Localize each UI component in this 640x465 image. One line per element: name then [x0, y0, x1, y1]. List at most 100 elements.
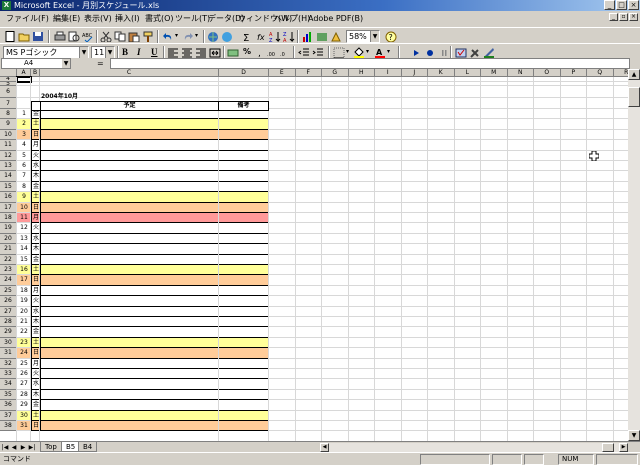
- scroll-left-icon[interactable]: ◀: [320, 443, 329, 452]
- paste-icon[interactable]: [128, 31, 140, 42]
- row-header-8[interactable]: 8: [0, 109, 17, 120]
- plan-cell[interactable]: [41, 421, 219, 431]
- row-header-18[interactable]: 18: [0, 213, 17, 224]
- day-number-cell[interactable]: 2: [17, 119, 31, 130]
- plan-cell[interactable]: [41, 254, 219, 264]
- menu-tools[interactable]: ツール(T): [175, 11, 210, 26]
- day-number-cell[interactable]: 13: [17, 233, 31, 245]
- column-header-p[interactable]: P: [560, 69, 587, 77]
- decrease-decimal-icon[interactable]: .0: [280, 47, 292, 58]
- day-number-cell[interactable]: 20: [17, 306, 31, 317]
- day-number-cell[interactable]: 4: [17, 140, 31, 151]
- note-cell[interactable]: [219, 337, 268, 348]
- note-cell[interactable]: [219, 265, 268, 275]
- day-number-cell[interactable]: 10: [17, 202, 31, 213]
- note-cell[interactable]: [219, 244, 268, 254]
- fill-color-dropdown-icon[interactable]: ▾: [366, 48, 369, 55]
- row-header-29[interactable]: 29: [0, 327, 17, 338]
- print-icon[interactable]: [54, 31, 66, 42]
- note-cell[interactable]: [219, 389, 268, 400]
- day-number-cell[interactable]: 14: [17, 244, 31, 255]
- percent-style-button[interactable]: %: [243, 47, 251, 56]
- chevron-down-icon[interactable]: ▼: [79, 47, 88, 58]
- plan-cell[interactable]: [41, 348, 219, 358]
- row-header-31[interactable]: 31: [0, 348, 17, 359]
- save-icon[interactable]: [32, 31, 44, 42]
- function-icon[interactable]: fx: [256, 31, 268, 42]
- column-header-q[interactable]: Q: [587, 69, 614, 77]
- menu-insert[interactable]: 挿入(I): [115, 11, 140, 26]
- pause-icon[interactable]: [438, 47, 450, 58]
- calendar-row[interactable]: 土: [31, 410, 269, 421]
- day-number-cell[interactable]: 15: [17, 254, 31, 265]
- row-header-24[interactable]: 24: [0, 275, 17, 286]
- calendar-row[interactable]: 日: [31, 202, 269, 213]
- comma-style-icon[interactable]: ,: [255, 47, 267, 58]
- day-number-cell[interactable]: 16: [17, 265, 31, 276]
- plan-cell[interactable]: [41, 244, 219, 254]
- align-center-icon[interactable]: [181, 47, 193, 58]
- note-cell[interactable]: [219, 161, 268, 171]
- note-cell[interactable]: [219, 400, 268, 410]
- note-cell[interactable]: [219, 285, 268, 296]
- column-header-m[interactable]: M: [481, 69, 508, 77]
- row-header-19[interactable]: 19: [0, 223, 17, 234]
- formula-input[interactable]: [110, 58, 630, 69]
- next-sheet-icon[interactable]: ▶: [19, 443, 27, 452]
- web-toolbar-icon[interactable]: [221, 31, 233, 42]
- worksheet-grid[interactable]: ABCDEFGHIJKLMNOPQR 4 5 6 7 8 9 10 11 12 13 14 15 16 1…: [0, 69, 628, 441]
- tab-top[interactable]: Top: [40, 442, 62, 452]
- calendar-row[interactable]: 土: [31, 265, 269, 276]
- row-header-38[interactable]: 38: [0, 421, 17, 432]
- calendar-row[interactable]: 日: [31, 275, 269, 286]
- new-icon[interactable]: [4, 31, 16, 42]
- note-cell[interactable]: [219, 119, 268, 129]
- zoom-combo[interactable]: 58% ▼: [346, 30, 380, 43]
- row-header-22[interactable]: 22: [0, 254, 17, 265]
- format-painter-icon[interactable]: [142, 31, 154, 42]
- borders-icon[interactable]: [333, 47, 345, 58]
- column-header-b[interactable]: B: [31, 69, 40, 77]
- row-header-23[interactable]: 23: [0, 265, 17, 276]
- note-cell[interactable]: [219, 254, 268, 264]
- calendar-row[interactable]: 木: [31, 171, 269, 182]
- sort-ascending-icon[interactable]: AZ: [269, 31, 281, 42]
- vertical-scroll-thumb[interactable]: [628, 87, 640, 107]
- plan-cell[interactable]: [41, 140, 219, 150]
- column-header-i[interactable]: I: [375, 69, 402, 77]
- align-right-icon[interactable]: [195, 47, 207, 58]
- row-header-13[interactable]: 13: [0, 161, 17, 172]
- day-number-cell[interactable]: 24: [17, 348, 31, 359]
- row-header-33[interactable]: 33: [0, 369, 17, 380]
- calendar-row[interactable]: 木: [31, 317, 269, 328]
- row-header-27[interactable]: 27: [0, 306, 17, 317]
- plan-cell[interactable]: [41, 337, 219, 348]
- plan-cell[interactable]: [41, 389, 219, 400]
- doc-restore-button[interactable]: ▫: [619, 13, 628, 21]
- note-cell[interactable]: [219, 181, 268, 192]
- cut-icon[interactable]: [100, 31, 112, 42]
- column-header-k[interactable]: K: [428, 69, 455, 77]
- calendar-row[interactable]: 火: [31, 150, 269, 161]
- spelling-icon[interactable]: ABC: [82, 31, 94, 42]
- calendar-row[interactable]: 水: [31, 161, 269, 172]
- menu-view[interactable]: 表示(V): [84, 11, 112, 26]
- note-cell[interactable]: [219, 348, 268, 358]
- plan-cell[interactable]: [41, 285, 219, 296]
- decrease-indent-icon[interactable]: [298, 47, 310, 58]
- menu-format[interactable]: 書式(O): [145, 11, 174, 26]
- name-box[interactable]: A4 ▼: [1, 58, 71, 69]
- menu-adobe-pdf[interactable]: Adobe PDF(B): [308, 11, 363, 26]
- help-icon[interactable]: ?: [385, 31, 397, 42]
- close-button[interactable]: ×: [628, 0, 639, 10]
- undo-icon[interactable]: [162, 31, 174, 42]
- sort-descending-icon[interactable]: ZA: [283, 31, 295, 42]
- plan-cell[interactable]: [41, 150, 219, 160]
- plan-cell[interactable]: [41, 213, 219, 223]
- row-header-10[interactable]: 10: [0, 129, 17, 141]
- plan-cell[interactable]: [41, 119, 219, 129]
- plan-cell[interactable]: [41, 327, 219, 337]
- row-header-6[interactable]: 6: [0, 86, 17, 98]
- align-left-icon[interactable]: [167, 47, 179, 58]
- increase-indent-icon[interactable]: [312, 47, 324, 58]
